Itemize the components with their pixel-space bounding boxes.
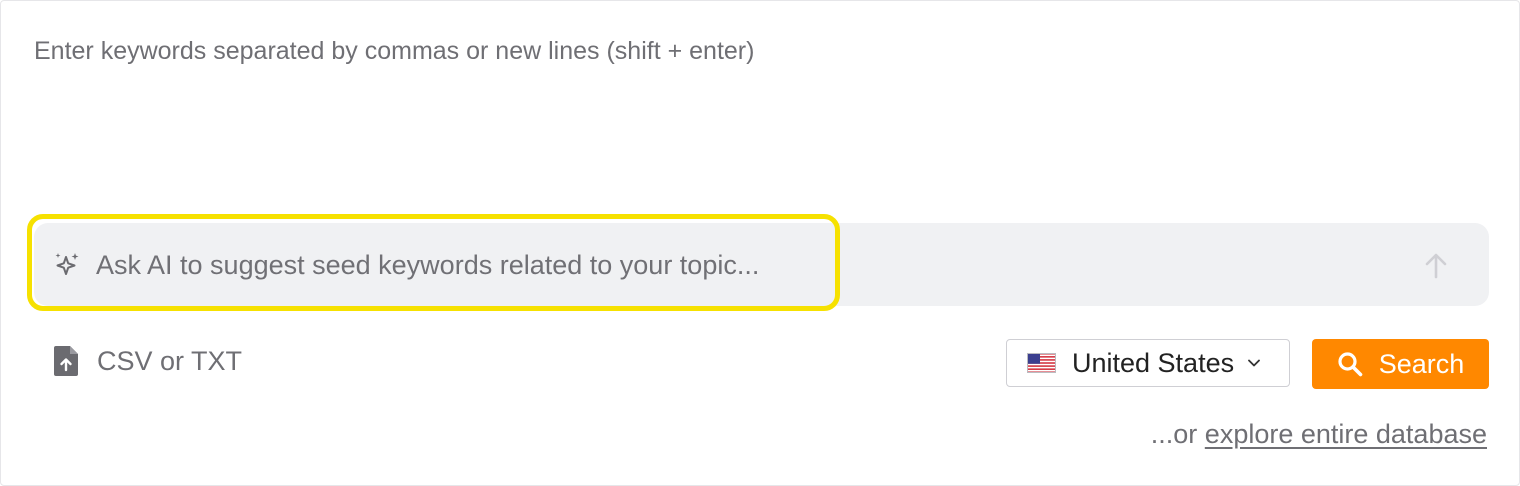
keywords-textarea[interactable] [34, 35, 1474, 195]
country-select[interactable]: United States [1006, 339, 1290, 387]
sparkles-icon [55, 253, 79, 275]
arrow-up-icon [1425, 253, 1447, 279]
ai-suggest-bar [34, 223, 1489, 306]
ai-submit-button[interactable] [1420, 250, 1452, 282]
keyword-input-panel: CSV or TXT United States Search ...or ex… [0, 0, 1520, 486]
explore-note: ...or explore entire database [1151, 419, 1487, 450]
csv-upload-button[interactable]: CSV or TXT [53, 345, 242, 377]
chevron-down-icon [1248, 359, 1260, 367]
country-label: United States [1072, 347, 1235, 378]
magnifier-icon [1338, 352, 1363, 377]
search-button[interactable]: Search [1312, 339, 1489, 389]
file-upload-icon [54, 346, 78, 376]
us-flag-icon [1027, 353, 1056, 373]
ai-prompt-input[interactable] [96, 245, 1416, 285]
explore-prefix: ...or [1150, 419, 1205, 449]
upload-label: CSV or TXT [97, 345, 243, 376]
search-label: Search [1378, 348, 1465, 379]
explore-database-link[interactable]: explore entire database [1205, 419, 1487, 449]
